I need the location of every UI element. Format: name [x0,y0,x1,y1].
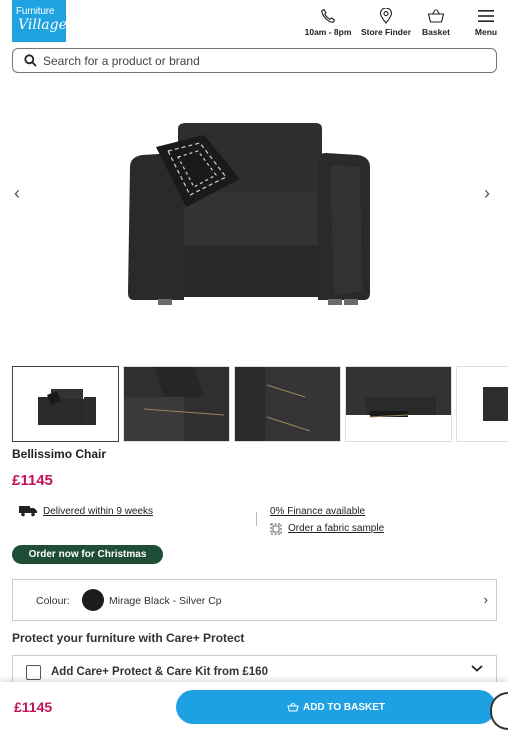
phone-icon [321,8,336,23]
colour-selector[interactable]: Colour: Mirage Black - Silver Cp › [12,579,497,621]
care-protect-heading: Protect your furniture with Care+ Protec… [12,631,245,645]
thumbnail-5[interactable] [456,366,508,442]
basket-icon [287,702,299,712]
search-input[interactable] [43,52,483,70]
product-main-image[interactable] [0,95,508,325]
menu-label: Menu [474,27,498,37]
search-bar[interactable] [12,48,497,73]
thumbnail-chair-front-image [38,389,96,425]
product-title: Bellissimo Chair [12,447,107,461]
thumbnail-4[interactable] [345,366,452,442]
store-finder-label: Store Finder [360,27,412,37]
basket-label: Basket [422,27,450,37]
thumbnail-detail-piping-image [235,367,340,441]
care-protect-label: Add Care+ Protect & Care Kit from £160 [51,666,268,678]
christmas-badge: Order now for Christmas [12,545,163,564]
fabric-sample-icon [270,523,282,535]
chevron-down-icon[interactable] [470,663,484,673]
delivery-truck-icon [19,506,37,517]
thumbnail-detail-arm-image [124,367,229,441]
basket-icon [427,9,445,23]
colour-swatch [82,589,104,611]
hamburger-menu-icon [478,10,494,22]
logo-text-line2: Village [18,17,67,33]
info-divider [256,512,257,526]
thumbnail-3[interactable] [234,366,341,442]
basket-link[interactable]: Basket [416,8,456,37]
store-finder-link[interactable]: Store Finder [358,8,414,37]
thumbnail-strip [12,366,508,442]
thumbnail-2[interactable] [123,366,230,442]
opening-hours-link[interactable]: 10am - 8pm [300,8,356,37]
sticky-price: £1145 [14,699,53,715]
location-pin-icon [379,8,393,24]
sticky-add-to-basket-bar: £1145 ADD TO BASKET [0,682,508,733]
add-to-basket-label: ADD TO BASKET [302,701,386,713]
logo-text-line1: Furniture [16,6,55,17]
thumbnail-side-view-image [483,387,508,421]
gallery-prev-arrow[interactable]: ‹ [14,183,20,204]
colour-value: Mirage Black - Silver Cp [109,595,222,607]
fabric-sample-link[interactable]: Order a fabric sample [288,523,384,534]
colour-label: Colour: [36,595,70,607]
care-protect-checkbox[interactable] [26,665,41,680]
hours-label: 10am - 8pm [304,27,352,37]
thumbnail-detail-foot-image [346,367,451,418]
finance-link[interactable]: 0% Finance available [270,506,365,517]
search-icon [24,54,37,67]
thumbnail-1[interactable] [12,366,119,442]
delivery-info-link[interactable]: Delivered within 9 weeks [43,506,153,517]
chevron-right-icon: › [483,592,488,607]
site-header: Furniture Village 10am - 8pm Store Finde… [0,0,508,44]
menu-button[interactable]: Menu [468,8,504,37]
furniture-village-logo[interactable]: Furniture Village [12,0,67,42]
add-to-basket-button[interactable]: ADD TO BASKET [176,690,496,724]
product-price: £1145 [12,472,53,489]
gallery-next-arrow[interactable]: › [484,183,490,204]
